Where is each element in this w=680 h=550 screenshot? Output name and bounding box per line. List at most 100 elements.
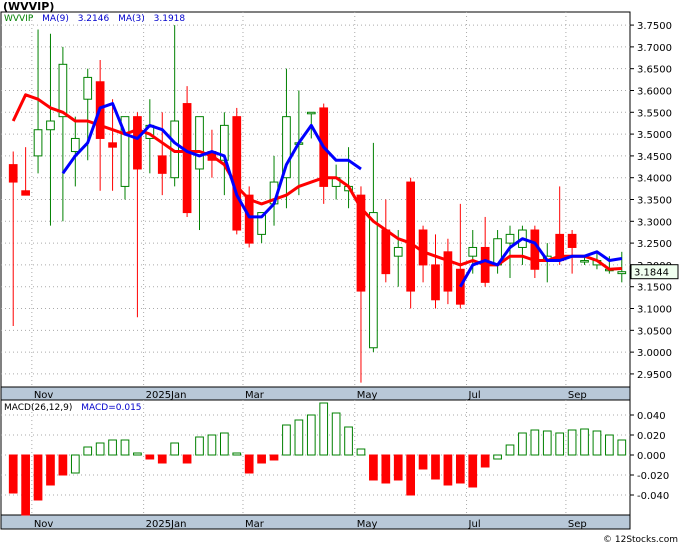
macd-bar	[617, 439, 627, 456]
macd-y-tick-label: -0.040	[637, 491, 669, 502]
y-tick-label: 3.7000	[637, 43, 672, 54]
candle-body	[393, 246, 403, 257]
macd-bar	[480, 454, 490, 468]
candle-body	[306, 111, 316, 115]
y-tick-label: 3.7500	[637, 21, 672, 32]
y-tick-label: 3.6000	[637, 86, 672, 97]
x-tick-label: Nov	[34, 519, 54, 530]
macd-bar	[393, 454, 403, 481]
candle-body	[617, 271, 627, 275]
price-panel	[0, 11, 631, 388]
macd-bar	[207, 434, 217, 456]
legend-ma9-value: 3.2146	[77, 14, 110, 24]
macd-bar	[331, 412, 341, 456]
date-axis-strip	[0, 514, 631, 530]
macd-bar	[195, 436, 204, 456]
legend-ma3-label: MA(3)	[118, 14, 145, 24]
macd-bar	[406, 454, 416, 496]
macd-bar	[580, 428, 589, 456]
macd-bar	[344, 426, 353, 456]
macd-bar	[232, 452, 242, 456]
candle-body	[468, 246, 478, 257]
macd-bar	[244, 454, 254, 474]
legend-ma3-value: 3.1918	[153, 14, 186, 24]
macd-legend-value: MACD=0.015	[81, 403, 142, 413]
candle-body	[83, 76, 93, 100]
candle-body	[21, 190, 30, 196]
macd-bar	[431, 454, 440, 480]
x-tick-label: May	[357, 519, 378, 530]
y-tick-label: 3.5000	[637, 130, 672, 141]
macd-bar	[269, 454, 279, 461]
candle-body	[418, 229, 428, 266]
last-price-label: 3.1844	[634, 268, 669, 279]
credit-text: © 12Stocks.com	[603, 535, 678, 545]
macd-y-tick-label: 0.000	[637, 451, 666, 462]
candle-body	[381, 229, 391, 275]
y-tick-label: 3.4500	[637, 152, 672, 163]
macd-bar	[306, 414, 316, 456]
chart-svg: 3.7500 3.7000 3.6500 3.6000 3.5500 3.5000 3.45…	[0, 11, 679, 530]
candle-body	[369, 212, 378, 349]
x-tick-label: Nov	[34, 390, 54, 401]
candle-body	[8, 164, 18, 183]
macd-bar	[418, 454, 428, 470]
macd-bar	[381, 454, 391, 484]
macd-bar	[369, 454, 378, 481]
macd-legend-label: MACD(26,12,9)	[4, 403, 73, 413]
macd-bar	[555, 432, 565, 456]
x-tick-label: Jul	[468, 390, 481, 401]
y-tick-label: 3.0500	[637, 326, 672, 337]
candle-body	[182, 103, 192, 214]
candle-body	[58, 63, 68, 118]
price-legend: WVVIP MA(9) 3.2146 MA(3) 3.1918	[4, 14, 191, 24]
x-tick-label: Mar	[245, 390, 265, 401]
y-tick-label: 2.9500	[637, 370, 672, 381]
candle-body	[108, 142, 117, 148]
macd-bar	[605, 434, 614, 456]
macd-bar	[83, 446, 93, 456]
macd-bar	[493, 454, 502, 460]
macd-bar	[8, 454, 18, 494]
macd-bar	[319, 402, 329, 456]
legend-ma9-label: MA(9)	[42, 14, 69, 24]
macd-bar	[542, 430, 552, 456]
macd-bar	[33, 454, 43, 501]
macd-bar	[567, 429, 577, 456]
candle-body	[33, 129, 43, 157]
candle-body	[406, 181, 416, 292]
macd-bar	[530, 429, 540, 456]
candle-body	[431, 264, 440, 301]
legend-symbol: WVVIP	[4, 14, 34, 24]
date-axis-strip	[0, 386, 631, 401]
macd-bar	[443, 454, 453, 486]
macd-legend: MACD(26,12,9) MACD=0.015	[4, 403, 148, 413]
candle-body	[244, 194, 254, 244]
candle-body	[157, 155, 167, 174]
macd-bar	[282, 424, 291, 456]
candle-body	[443, 251, 453, 292]
x-tick-label: May	[357, 390, 378, 401]
macd-bar	[219, 432, 229, 456]
macd-bar	[592, 430, 602, 456]
candle-body	[580, 260, 589, 263]
candle-body	[530, 229, 540, 270]
x-tick-label: Sep	[568, 390, 587, 401]
macd-bar	[505, 444, 515, 456]
macd-y-tick-label: -0.020	[637, 471, 669, 482]
macd-bar	[356, 448, 366, 456]
candle-body	[567, 233, 577, 248]
macd-bar	[108, 439, 117, 456]
macd-bar	[455, 454, 465, 484]
y-tick-label: 3.3500	[637, 196, 672, 207]
macd-bar	[294, 419, 304, 456]
y-tick-label: 3.1500	[637, 283, 672, 294]
macd-bar	[157, 454, 167, 464]
candle-body	[133, 116, 142, 170]
macd-bar	[120, 439, 130, 456]
chart-title: (WVVIP)	[3, 0, 55, 13]
stock-chart: 3.7500 3.7000 3.6500 3.6000 3.5500 3.5000 3.45…	[0, 0, 680, 546]
macd-bar	[170, 442, 180, 456]
macd-bar	[182, 454, 192, 464]
x-tick-label: 2025Jan	[146, 390, 187, 401]
